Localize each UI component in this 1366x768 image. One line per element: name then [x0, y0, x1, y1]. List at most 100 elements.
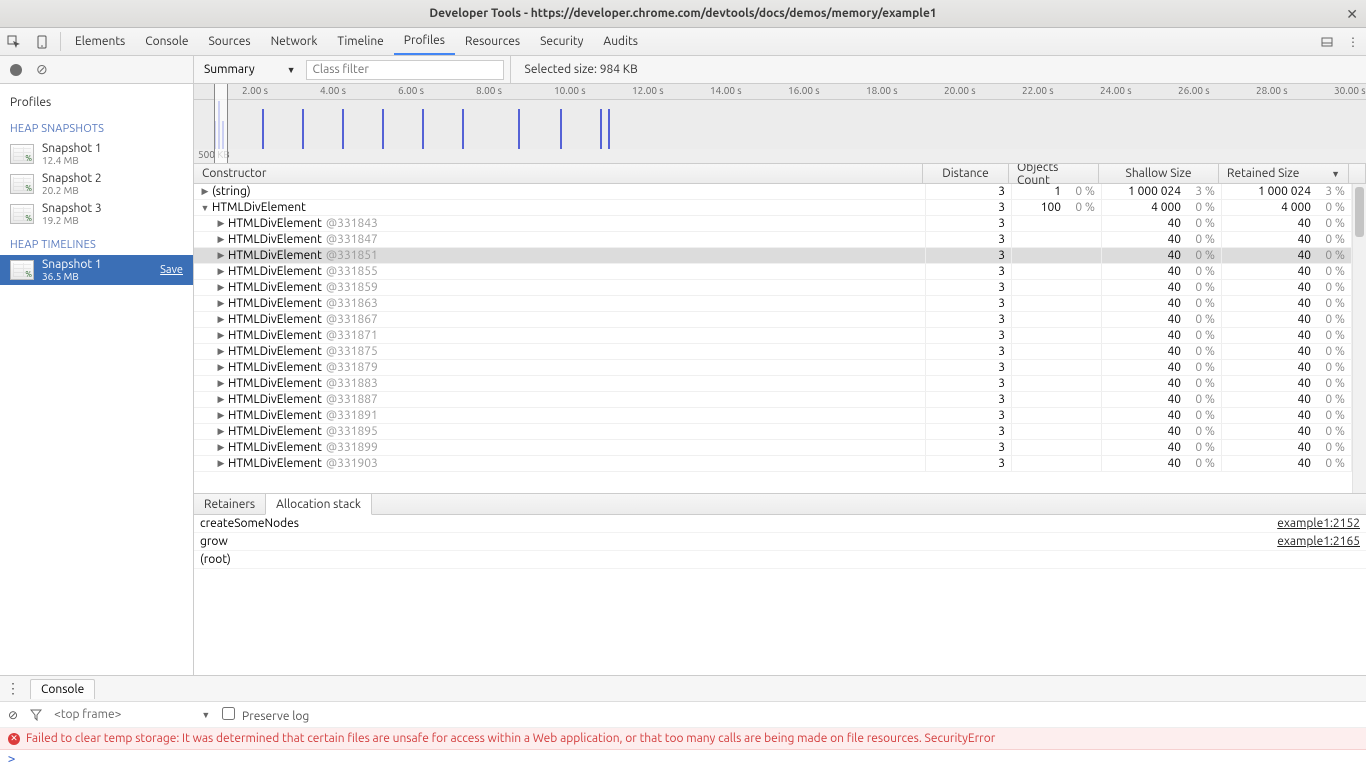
allocation-bar[interactable] [302, 109, 304, 149]
heap-row[interactable]: ▶(string)310 %1 000 0243 %1 000 0243 % [194, 184, 1366, 200]
allocation-bar[interactable] [608, 109, 610, 149]
allocation-bar[interactable] [342, 109, 344, 149]
heap-row[interactable]: ▶HTMLDivElement@3318833400 %400 % [194, 376, 1366, 392]
allocation-bar[interactable] [600, 109, 602, 149]
allocation-bar[interactable] [518, 109, 520, 149]
heap-row[interactable]: ▼HTMLDivElement31000 %4 0000 %4 0000 % [194, 200, 1366, 216]
heap-row[interactable]: ▶HTMLDivElement@3318673400 %400 % [194, 312, 1366, 328]
stack-source-link[interactable]: example1:2152 [1277, 517, 1360, 530]
class-filter-input[interactable] [306, 60, 504, 80]
disclosure-triangle[interactable]: ▶ [216, 266, 226, 277]
inspect-element-icon[interactable] [0, 28, 28, 55]
allocation-bar[interactable] [560, 109, 562, 149]
col-objects-count[interactable]: Objects Count [1009, 164, 1099, 183]
snapshot-item[interactable]: %Snapshot 136.5 MBSave [0, 255, 193, 285]
constructor-name: HTMLDivElement [228, 313, 322, 326]
drawer-toggle-icon[interactable] [1314, 28, 1340, 55]
allocation-bar[interactable] [422, 109, 424, 149]
snapshot-item[interactable]: %Snapshot 220.2 MB [0, 169, 193, 199]
tab-audits[interactable]: Audits [593, 28, 648, 55]
tab-resources[interactable]: Resources [455, 28, 530, 55]
col-constructor[interactable]: Constructor [194, 164, 923, 183]
disclosure-triangle[interactable]: ▶ [216, 330, 226, 341]
disclosure-triangle[interactable]: ▶ [216, 442, 226, 453]
detail-tab-retainers[interactable]: Retainers [194, 494, 265, 514]
timeline-selection[interactable] [214, 84, 228, 163]
heap-row[interactable]: ▶HTMLDivElement@3318633400 %400 % [194, 296, 1366, 312]
tab-sources[interactable]: Sources [198, 28, 260, 55]
heap-row[interactable]: ▶HTMLDivElement@3318473400 %400 % [194, 232, 1366, 248]
disclosure-triangle[interactable]: ▶ [216, 426, 226, 437]
heap-row[interactable]: ▶HTMLDivElement@3318753400 %400 % [194, 344, 1366, 360]
kebab-menu-icon[interactable]: ⋮ [1340, 28, 1366, 55]
disclosure-triangle[interactable]: ▼ [200, 203, 210, 213]
preserve-log-checkbox[interactable] [222, 707, 235, 720]
heap-row[interactable]: ▶HTMLDivElement@3318513400 %400 % [194, 248, 1366, 264]
window-close-button[interactable]: ✕ [1346, 6, 1358, 23]
disclosure-triangle[interactable]: ▶ [216, 362, 226, 373]
console-error-row[interactable]: ✕ Failed to clear temp storage: It was d… [0, 728, 1366, 750]
heap-row[interactable]: ▶HTMLDivElement@3318713400 %400 % [194, 328, 1366, 344]
cell-shallow: 400 % [1102, 456, 1222, 471]
disclosure-triangle[interactable]: ▶ [216, 314, 226, 325]
snapshot-item[interactable]: %Snapshot 112.4 MB [0, 139, 193, 169]
frame-select[interactable]: <top frame> ▼ [54, 708, 210, 721]
disclosure-triangle[interactable]: ▶ [216, 378, 226, 389]
clear-button[interactable]: ⊘ [36, 61, 48, 78]
heap-row[interactable]: ▶HTMLDivElement@3318873400 %400 % [194, 392, 1366, 408]
tab-console[interactable]: Console [135, 28, 198, 55]
stack-frame-row[interactable]: (root) [194, 551, 1366, 569]
cell-retained: 400 % [1222, 248, 1352, 263]
heap-row[interactable]: ▶HTMLDivElement@3318593400 %400 % [194, 280, 1366, 296]
snapshot-save-link[interactable]: Save [160, 264, 183, 276]
record-button[interactable] [10, 64, 22, 76]
allocation-bar[interactable] [382, 109, 384, 149]
console-clear-icon[interactable]: ⊘ [8, 708, 18, 722]
allocation-bar[interactable] [462, 109, 464, 149]
disclosure-triangle[interactable]: ▶ [216, 346, 226, 357]
disclosure-triangle[interactable]: ▶ [216, 410, 226, 421]
detail-tab-allocation-stack[interactable]: Allocation stack [265, 494, 372, 515]
view-mode-select[interactable]: Summary ▼ [204, 63, 296, 76]
col-distance[interactable]: Distance [923, 164, 1009, 183]
tab-elements[interactable]: Elements [65, 28, 135, 55]
disclosure-triangle[interactable]: ▶ [216, 458, 226, 469]
cell-objects [1012, 312, 1102, 327]
tab-timeline[interactable]: Timeline [327, 28, 393, 55]
device-mode-icon[interactable] [28, 28, 56, 55]
heap-row[interactable]: ▶HTMLDivElement@3319033400 %400 % [194, 456, 1366, 472]
heap-row[interactable]: ▶HTMLDivElement@3318553400 %400 % [194, 264, 1366, 280]
console-tab[interactable]: Console [30, 679, 95, 699]
heap-row[interactable]: ▶HTMLDivElement@3318433400 %400 % [194, 216, 1366, 232]
scrollbar-thumb[interactable] [1355, 187, 1364, 237]
vertical-scrollbar[interactable] [1352, 184, 1366, 493]
disclosure-triangle[interactable]: ▶ [216, 298, 226, 309]
console-menu-icon[interactable]: ⋮ [0, 680, 26, 697]
disclosure-triangle[interactable]: ▶ [216, 250, 226, 261]
disclosure-triangle[interactable]: ▶ [200, 186, 210, 197]
heap-row[interactable]: ▶HTMLDivElement@3318953400 %400 % [194, 424, 1366, 440]
heap-row[interactable]: ▶HTMLDivElement@3318913400 %400 % [194, 408, 1366, 424]
object-id: @331883 [326, 377, 378, 390]
allocation-bar[interactable] [262, 109, 264, 149]
stack-frame-row[interactable]: createSomeNodesexample1:2152 [194, 515, 1366, 533]
heap-grid-body[interactable]: ▶(string)310 %1 000 0243 %1 000 0243 %▼H… [194, 184, 1366, 493]
stack-frame-row[interactable]: growexample1:2165 [194, 533, 1366, 551]
col-retained-size[interactable]: Retained Size▼ [1219, 164, 1349, 183]
heap-row[interactable]: ▶HTMLDivElement@3318993400 %400 % [194, 440, 1366, 456]
tab-security[interactable]: Security [530, 28, 593, 55]
tab-network[interactable]: Network [261, 28, 328, 55]
console-prompt[interactable]: > [0, 750, 1366, 768]
col-shallow-size[interactable]: Shallow Size [1099, 164, 1219, 183]
tab-profiles[interactable]: Profiles [394, 28, 455, 55]
allocation-timeline[interactable]: 2.00 s4.00 s6.00 s8.00 s10.00 s12.00 s14… [194, 84, 1366, 164]
console-filter-icon[interactable] [30, 709, 42, 721]
snapshot-item[interactable]: %Snapshot 319.2 MB [0, 199, 193, 229]
disclosure-triangle[interactable]: ▶ [216, 282, 226, 293]
preserve-log-toggle[interactable]: Preserve log [222, 707, 309, 723]
disclosure-triangle[interactable]: ▶ [216, 218, 226, 229]
heap-row[interactable]: ▶HTMLDivElement@3318793400 %400 % [194, 360, 1366, 376]
disclosure-triangle[interactable]: ▶ [216, 234, 226, 245]
disclosure-triangle[interactable]: ▶ [216, 394, 226, 405]
stack-source-link[interactable]: example1:2165 [1277, 535, 1360, 548]
